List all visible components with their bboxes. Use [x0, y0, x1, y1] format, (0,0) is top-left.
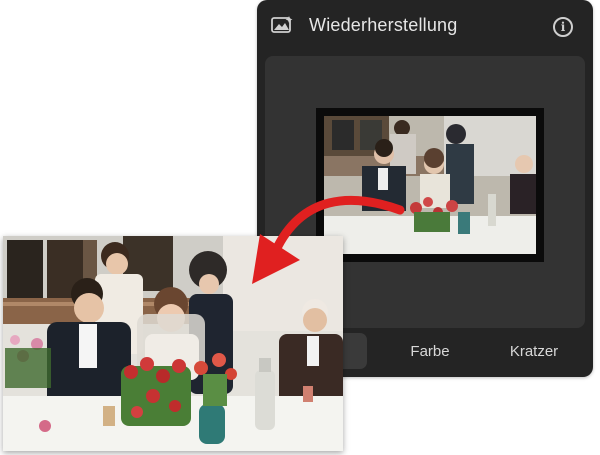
segment-tab-kratzer[interactable]: Kratzer [483, 333, 585, 369]
segment-tab-farbe[interactable]: Farbe [379, 333, 481, 369]
panel-title: Wiederherstellung [309, 15, 458, 35]
segment-tab-farbe-label: Farbe [410, 342, 450, 360]
panel-header: Wiederherstellung i [257, 0, 593, 52]
canvas: Wiederherstellung i Farbe Kratzer [0, 0, 600, 455]
segment-tab-kratzer-label: Kratzer [509, 342, 559, 360]
info-glyph: i [560, 20, 566, 34]
info-icon[interactable]: i [553, 17, 573, 37]
image-enhance-icon [271, 16, 293, 33]
red-arrow-icon [252, 195, 405, 284]
